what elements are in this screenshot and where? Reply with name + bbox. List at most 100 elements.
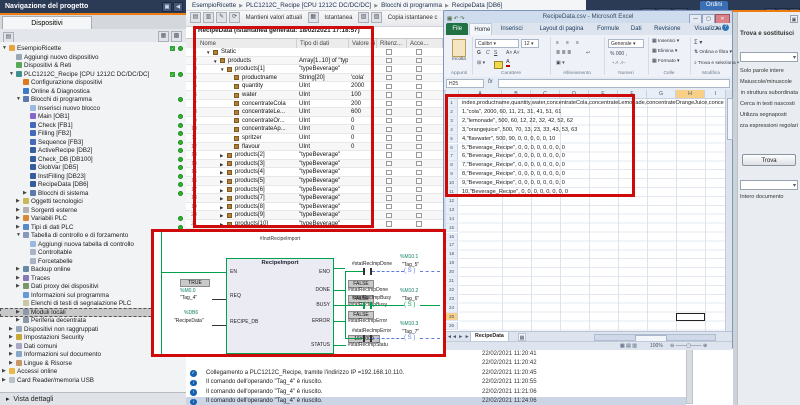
find-option-6[interactable]: Utilizza espressioni regolari [740, 123, 798, 129]
db-access-checkbox[interactable] [416, 109, 422, 115]
db-retain-checkbox[interactable] [386, 195, 392, 201]
row-header-19[interactable]: 19 [446, 259, 458, 268]
row-header-26[interactable]: 26 [446, 322, 458, 331]
formula-input[interactable] [498, 79, 730, 88]
font-size-select[interactable]: 12 ▾ [521, 39, 539, 48]
db-cell-start-value[interactable]: 200 [351, 100, 376, 109]
italic-icon[interactable]: C [486, 50, 490, 56]
db-retain-checkbox[interactable] [386, 161, 392, 167]
db-row-Static[interactable]: 1▼Static [186, 48, 443, 57]
decimal-icons[interactable]: ⁺·⁰ ·⁰⁻ [612, 61, 626, 67]
db-cell-type[interactable]: "typeBeverage" [299, 151, 348, 160]
insert-sheet-icon[interactable]: ▦ [518, 333, 526, 341]
db-access-checkbox[interactable] [416, 204, 422, 210]
db-row-products-4-[interactable]: 15▶products[4]"typeBeverage" [186, 168, 443, 177]
row-header-15[interactable]: 15 [446, 224, 458, 233]
find-option-3[interactable]: Cerca in struttura subordinata [740, 90, 798, 96]
log-scrollbar[interactable] [686, 349, 693, 404]
db-row-products-2-[interactable]: 13▶products[2]"typeBeverage" [186, 151, 443, 160]
db-cell-type[interactable]: "typeBeverage" [299, 168, 348, 177]
csv-row-3[interactable]: 2,"lemonade", 500, 60, 12, 22, 32, 42, 5… [462, 117, 724, 126]
chevron-right-icon[interactable]: ▶ [2, 376, 6, 385]
font-color-icon[interactable]: A [506, 59, 510, 67]
csv-row-1[interactable]: index,productname,quantity,water,concent… [462, 99, 724, 108]
excel-window[interactable]: ▦ ↶ ↷ RecipeData.csv - Microsoft Excel —… [443, 10, 733, 348]
db-access-checkbox[interactable] [416, 195, 422, 201]
row-header-7[interactable]: 7 [446, 152, 458, 161]
db-cell-name[interactable]: Static [221, 48, 311, 57]
row-header-23[interactable]: 23 [446, 295, 458, 304]
row-header-5[interactable]: 5 [446, 135, 458, 144]
excel-sheet[interactable]: ABCDEFGHI1234567891011121314151617181920… [446, 90, 732, 331]
row-header-3[interactable]: 3 [446, 117, 458, 126]
replace-input[interactable] [740, 180, 798, 190]
row-header-13[interactable]: 13 [446, 206, 458, 215]
db-row-concentrateOr-[interactable]: 9concentrateOr...UInt0 [186, 117, 443, 126]
db-retain-checkbox[interactable] [386, 66, 392, 72]
db-row-products-9-[interactable]: 20▶products[9]"typeBeverage" [186, 211, 443, 220]
csv-row-10[interactable]: 9,"Beverage_Recipe", 0, 0, 0, 0, 0, 0, 0… [462, 179, 724, 188]
align-right-icon[interactable]: ≡ [576, 40, 579, 46]
db-retain-checkbox[interactable] [386, 75, 392, 81]
tree-item-card-reader-memoria-usb[interactable]: ▶Card Reader/memoria USB [0, 376, 186, 385]
db-cell-type[interactable]: "typeBeverage" [299, 211, 348, 220]
db-cell-start-value[interactable]: 2000 [351, 82, 376, 91]
column-header-F[interactable]: F [618, 90, 647, 99]
add-row-icon[interactable]: ▥ [203, 12, 214, 23]
csv-row-5[interactable]: 4,"flavwater", 500, 90, 0, 0, 0, 0, 0, 1… [462, 135, 724, 144]
number-format-select[interactable]: Generale ▾ [608, 39, 644, 48]
vscroll-thumb[interactable] [727, 98, 733, 140]
db-cell-type[interactable]: "typeBeverage" [299, 186, 348, 195]
reset-icon[interactable]: ⟳ [229, 12, 240, 23]
db-retain-checkbox[interactable] [386, 49, 392, 55]
paste-icon[interactable] [452, 39, 466, 57]
ribbon-collapse-icon[interactable]: ▲ [715, 25, 720, 31]
log-row-2[interactable]: 22/02/2021 11:20:42 [186, 359, 686, 369]
row-header-10[interactable]: 10 [446, 179, 458, 188]
cells-elimina-button[interactable]: ▦ Elimina ▾ [652, 49, 677, 54]
vertical-scrollbar[interactable] [725, 90, 732, 331]
db-row-productname[interactable]: 4productnameString[20]'cola' [186, 74, 443, 83]
db-access-checkbox[interactable] [416, 118, 422, 124]
find-option-4[interactable]: Cerca in testi nascosti [740, 101, 798, 107]
db-row-products-6-[interactable]: 17▶products[6]"typeBeverage" [186, 186, 443, 195]
row-header-24[interactable]: 24 [446, 304, 458, 313]
name-box[interactable]: H25 [446, 79, 484, 88]
db-cell-type[interactable]: UInt [299, 91, 348, 100]
db-cell-type[interactable]: UInt [299, 125, 348, 134]
copy-snapshot-icon-1[interactable]: ▧ [358, 12, 369, 23]
row-header-25[interactable]: 25 [446, 313, 458, 322]
db-cell-type[interactable]: "typeBeverage" [299, 194, 348, 203]
font-name-select[interactable]: Calibri ▾ [475, 39, 519, 48]
db-access-checkbox[interactable] [416, 161, 422, 167]
db-cell-type[interactable]: UInt [299, 143, 348, 152]
db-cell-type[interactable]: "typeBeverage" [299, 65, 348, 74]
db-row-products-8-[interactable]: 19▶products[8]"typeBeverage" [186, 203, 443, 212]
row-header-17[interactable]: 17 [446, 241, 458, 250]
db-access-checkbox[interactable] [416, 84, 422, 90]
column-header-G[interactable]: G [647, 90, 676, 99]
autosum-icon[interactable]: Σ ▾ [694, 39, 702, 46]
row-header-20[interactable]: 20 [446, 268, 458, 277]
fb-recipeimport-block[interactable]: RecipeImportENREQRECIPE_DBENODONEBUSYERR… [226, 258, 334, 354]
db-row-concentrateLe-[interactable]: 8concentrateLe...UInt600 [186, 108, 443, 117]
db-row-products-1-[interactable]: 3▼products[1]"typeBeverage" [186, 65, 443, 74]
db-access-checkbox[interactable] [416, 58, 422, 64]
column-header-D[interactable]: D [560, 90, 589, 99]
find-input[interactable] [740, 52, 798, 62]
snapshot-button[interactable]: Istantanea [324, 15, 352, 21]
row-header-2[interactable]: 2 [446, 108, 458, 117]
cells-formato-button[interactable]: ▦ Formato ▾ [652, 59, 679, 64]
set-coil-2[interactable]: ( S ) [404, 334, 415, 342]
db-access-checkbox[interactable] [416, 49, 422, 55]
row-header-14[interactable]: 14 [446, 215, 458, 224]
db-access-checkbox[interactable] [416, 170, 422, 176]
excel-tab-dati[interactable]: Dati [625, 23, 647, 35]
db-cell-type[interactable]: "typeBeverage" [299, 203, 348, 212]
db-cell-start-value[interactable]: 'cola' [351, 74, 376, 83]
db-retain-checkbox[interactable] [386, 144, 392, 150]
find-option-2[interactable]: Maiuscole/minuscole [740, 79, 798, 85]
db-access-checkbox[interactable] [416, 187, 422, 193]
db-access-checkbox[interactable] [416, 213, 422, 219]
db-access-checkbox[interactable] [416, 92, 422, 98]
